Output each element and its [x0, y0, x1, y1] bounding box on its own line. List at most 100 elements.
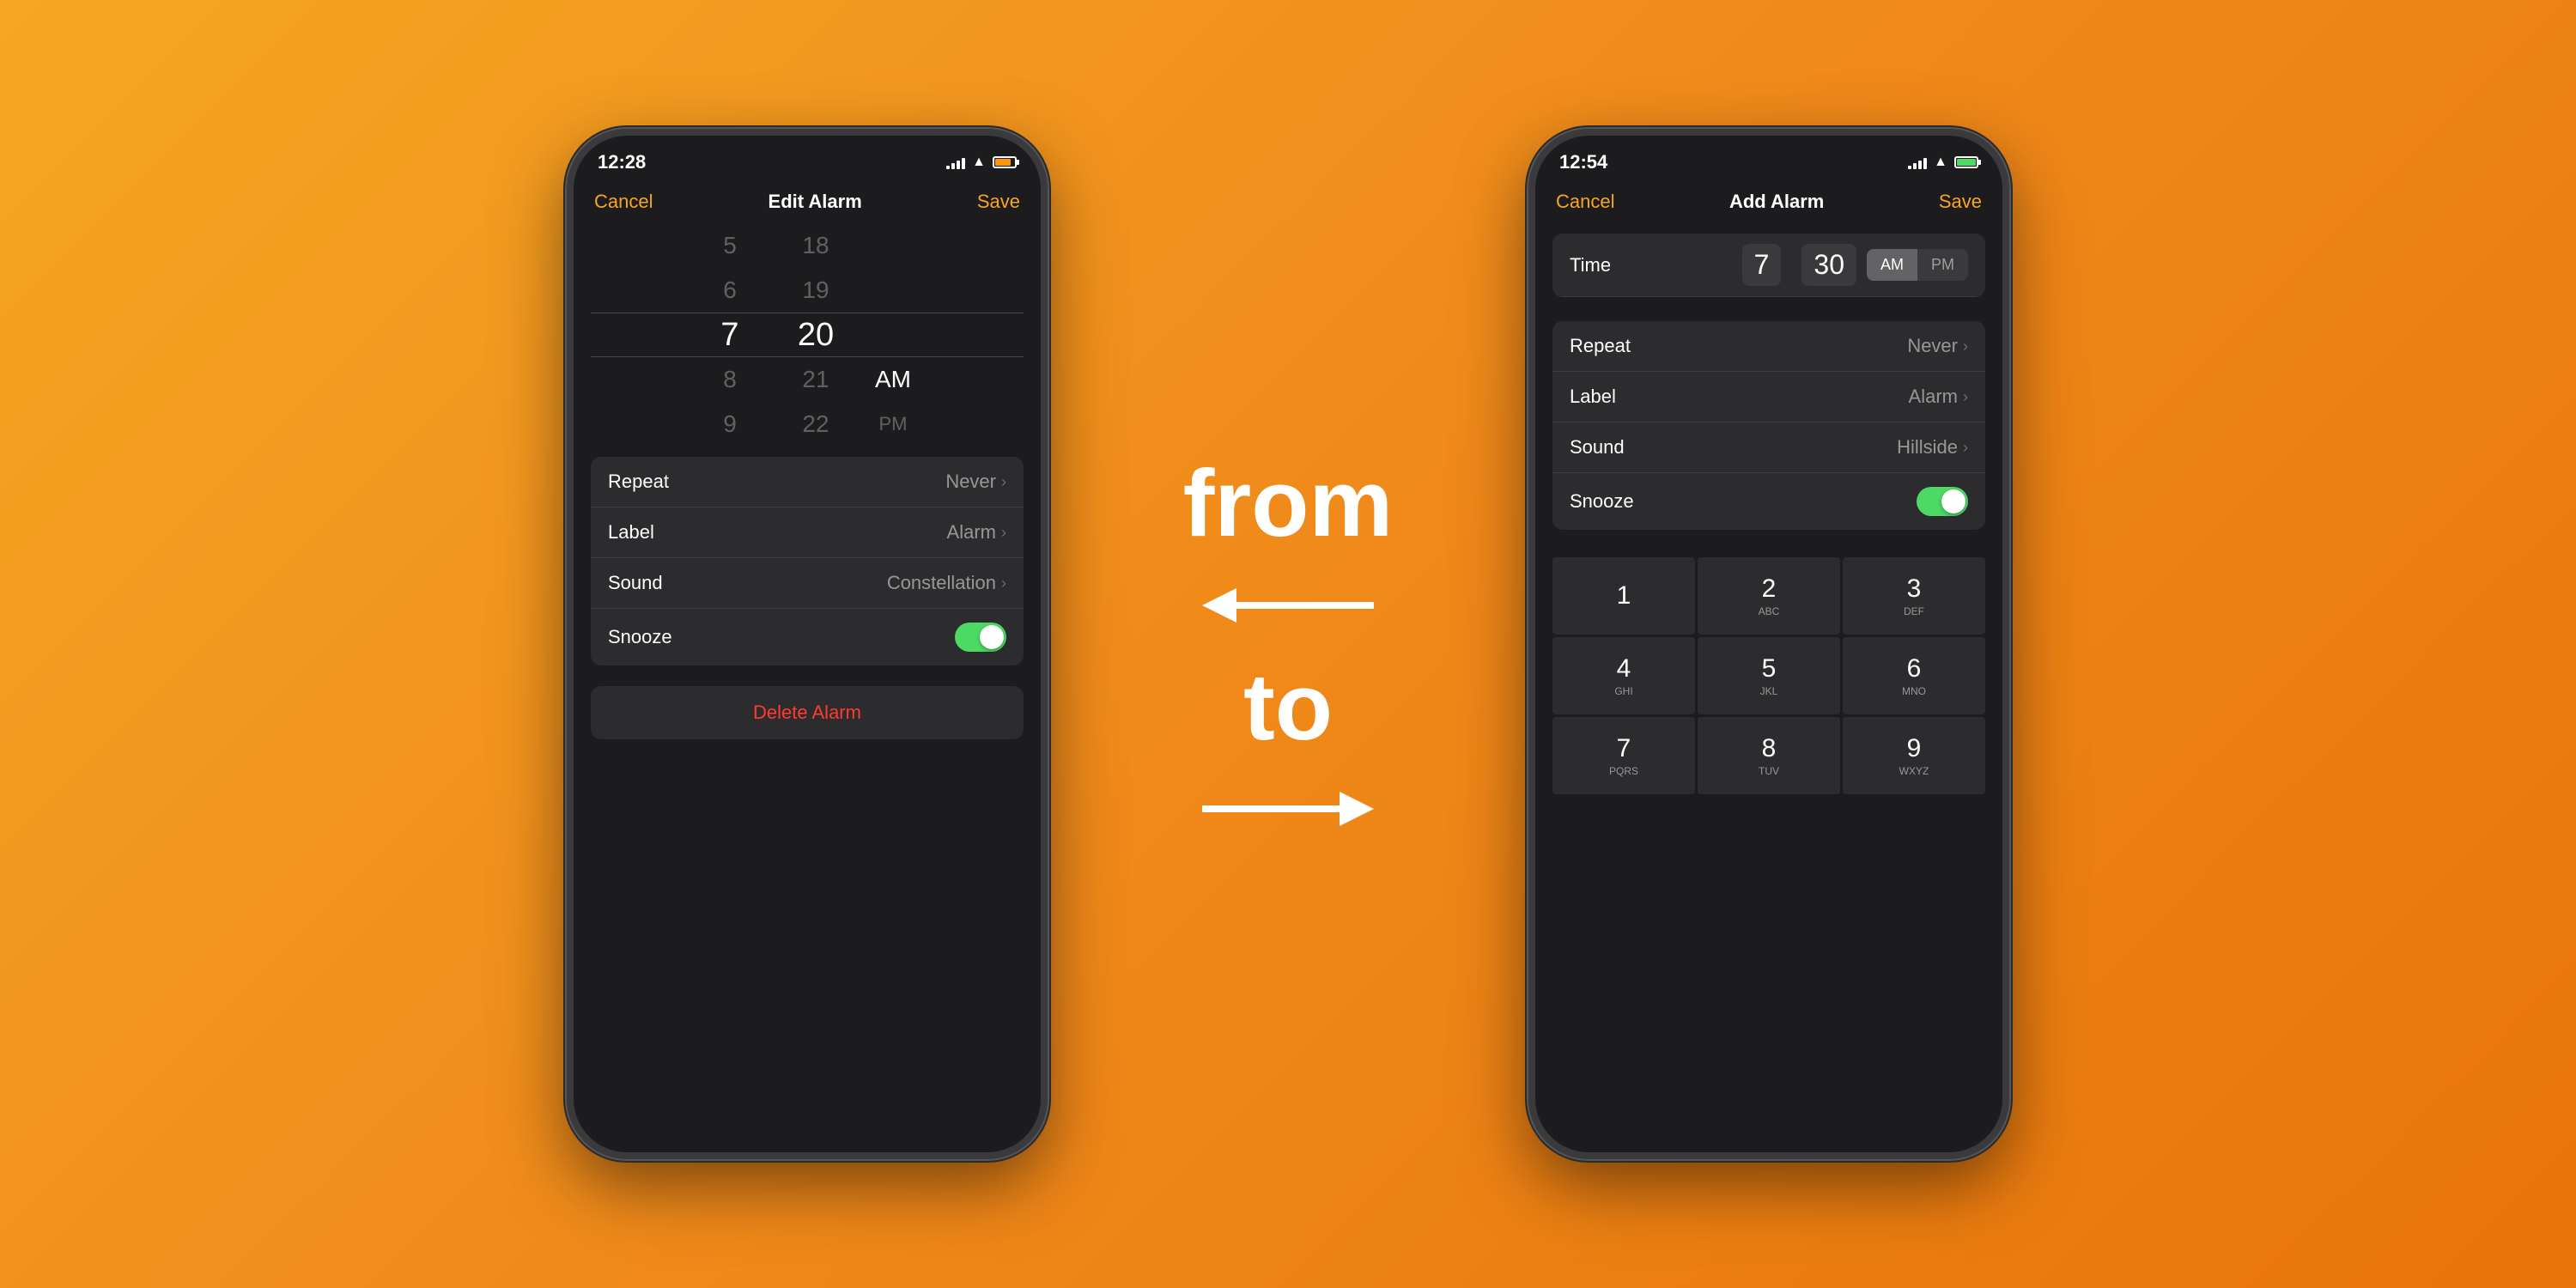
repeat-chevron-left: ›: [1001, 473, 1006, 491]
repeat-label-right: Repeat: [1570, 335, 1631, 357]
sound-text-left: Constellation: [887, 572, 996, 594]
snooze-toggle-knob-left: [980, 625, 1004, 649]
numpad-key-3[interactable]: 3 DEF: [1843, 557, 1985, 635]
numpad-key-8[interactable]: 8 TUV: [1698, 717, 1840, 794]
label-value-right: Alarm ›: [1909, 386, 1968, 408]
ampm-spacer2: [859, 268, 927, 313]
numpad-number-5: 5: [1762, 654, 1777, 683]
ampm-selector-right[interactable]: AM PM: [1867, 249, 1968, 281]
time-hour[interactable]: 7: [1742, 244, 1782, 286]
nav-bar-right: Cancel Add Alarm Save: [1535, 184, 2002, 223]
snooze-toggle-knob-right: [1941, 489, 1965, 513]
hour-5: 5: [687, 223, 773, 268]
status-bar-left: 12:28 ▲: [574, 136, 1041, 184]
numpad-letters-4: GHI: [1614, 685, 1632, 697]
phone-left: 12:28 ▲ Cancel Edit Alarm: [567, 129, 1048, 1159]
numpad-key-9[interactable]: 9 WXYZ: [1843, 717, 1985, 794]
sound-row-right[interactable]: Sound Hillside ›: [1552, 422, 1985, 473]
wifi-icon-left: ▲: [972, 155, 986, 170]
cancel-button-right[interactable]: Cancel: [1556, 191, 1614, 213]
numpad-key-5[interactable]: 5 JKL: [1698, 637, 1840, 714]
minute-column[interactable]: 17 18 19 20 21 22 23: [773, 223, 859, 447]
arrows-section: from to: [1116, 449, 1460, 839]
pm-button-right[interactable]: PM: [1917, 249, 1968, 281]
repeat-row-right[interactable]: Repeat Never ›: [1552, 321, 1985, 372]
scene: 12:28 ▲ Cancel Edit Alarm: [0, 0, 2576, 1288]
sound-value-left: Constellation ›: [887, 572, 1006, 594]
nav-bar-left: Cancel Edit Alarm Save: [574, 184, 1041, 223]
delete-row[interactable]: Delete Alarm: [591, 686, 1024, 739]
time-row-right[interactable]: Time 7 30 AM PM: [1552, 234, 1985, 297]
repeat-text-right: Never: [1907, 335, 1958, 357]
delete-section: Delete Alarm: [591, 686, 1024, 739]
numpad-number-9: 9: [1907, 734, 1922, 763]
label-row-right[interactable]: Label Alarm ›: [1552, 372, 1985, 422]
save-button-left[interactable]: Save: [977, 191, 1020, 213]
pm-option[interactable]: PM: [859, 402, 927, 447]
numpad-letters-8: TUV: [1759, 765, 1779, 777]
settings-content-left: Repeat Never › Label Alarm ›: [574, 447, 1041, 1152]
delete-label[interactable]: Delete Alarm: [753, 702, 861, 724]
repeat-chevron-right: ›: [1963, 337, 1968, 355]
numpad-letters-5: JKL: [1760, 685, 1778, 697]
numpad-key-2[interactable]: 2 ABC: [1698, 557, 1840, 635]
numpad-letters-6: MNO: [1902, 685, 1926, 697]
to-text: to: [1243, 653, 1333, 762]
ampm-column[interactable]: AM PM: [859, 223, 927, 447]
signal-icon-left: [946, 155, 965, 169]
numpad-right: 1 2 ABC 3 DEF 4 GHI 5: [1552, 557, 1985, 794]
numpad-key-1[interactable]: 1: [1552, 557, 1695, 635]
numpad-number-3: 3: [1907, 574, 1922, 604]
arrow-right-icon: [1194, 779, 1382, 839]
snooze-label-right: Snooze: [1570, 490, 1634, 513]
time-picker-left[interactable]: 4 5 6 7 8 9 10 17 18 19 20 21 22 23: [574, 223, 1041, 447]
am-button-right[interactable]: AM: [1867, 249, 1917, 281]
phone-right-screen: 12:54 ▲ Cancel Add Alarm: [1535, 136, 2002, 1152]
label-label-right: Label: [1570, 386, 1616, 408]
battery-icon-right: [1954, 156, 1978, 168]
minute-19: 19: [773, 268, 859, 313]
save-button-right[interactable]: Save: [1939, 191, 1982, 213]
snooze-row-right[interactable]: Snooze: [1552, 473, 1985, 530]
label-chevron-left: ›: [1001, 524, 1006, 542]
minute-22: 22: [773, 402, 859, 447]
hour-column[interactable]: 4 5 6 7 8 9 10: [687, 223, 773, 447]
battery-icon-left: [993, 156, 1017, 168]
numpad-key-4[interactable]: 4 GHI: [1552, 637, 1695, 714]
numpad-letters-3: DEF: [1904, 605, 1924, 617]
hour-7-selected: 7: [687, 313, 773, 357]
repeat-value-right: Never ›: [1907, 335, 1968, 357]
time-section-right: Time 7 30 AM PM: [1552, 234, 1985, 297]
numpad-number-7: 7: [1617, 734, 1631, 763]
sound-chevron-left: ›: [1001, 574, 1006, 592]
status-time-right: 12:54: [1559, 151, 1607, 173]
snooze-row-left[interactable]: Snooze: [591, 609, 1024, 665]
am-selected[interactable]: AM: [859, 357, 927, 402]
ampm-spacer3: [859, 313, 927, 357]
label-row-left[interactable]: Label Alarm ›: [591, 507, 1024, 558]
numpad-key-7[interactable]: 7 PQRS: [1552, 717, 1695, 794]
snooze-toggle-right[interactable]: [1917, 487, 1968, 516]
snooze-toggle-left[interactable]: [955, 623, 1006, 652]
time-minute[interactable]: 30: [1801, 244, 1856, 286]
label-text-left: Alarm: [947, 521, 996, 544]
nav-title-right: Add Alarm: [1729, 191, 1824, 213]
status-time-left: 12:28: [598, 151, 646, 173]
sound-row-left[interactable]: Sound Constellation ›: [591, 558, 1024, 609]
settings-content-right: Time 7 30 AM PM: [1535, 223, 2002, 1152]
numpad-key-6[interactable]: 6 MNO: [1843, 637, 1985, 714]
arrow-right-row: [1194, 779, 1382, 839]
status-bar-right: 12:54 ▲: [1535, 136, 2002, 184]
numpad-number-2: 2: [1762, 574, 1777, 604]
repeat-row-left[interactable]: Repeat Never ›: [591, 457, 1024, 507]
snooze-label-left: Snooze: [608, 626, 672, 648]
sound-label-right: Sound: [1570, 436, 1625, 459]
numpad-letters-7: PQRS: [1609, 765, 1638, 777]
numpad-number-4: 4: [1617, 654, 1631, 683]
phone-right: 12:54 ▲ Cancel Add Alarm: [1528, 129, 2009, 1159]
minute-18: 18: [773, 223, 859, 268]
settings-section-left: Repeat Never › Label Alarm ›: [591, 457, 1024, 665]
hour-6: 6: [687, 268, 773, 313]
cancel-button-left[interactable]: Cancel: [594, 191, 653, 213]
status-icons-right: ▲: [1908, 155, 1978, 170]
